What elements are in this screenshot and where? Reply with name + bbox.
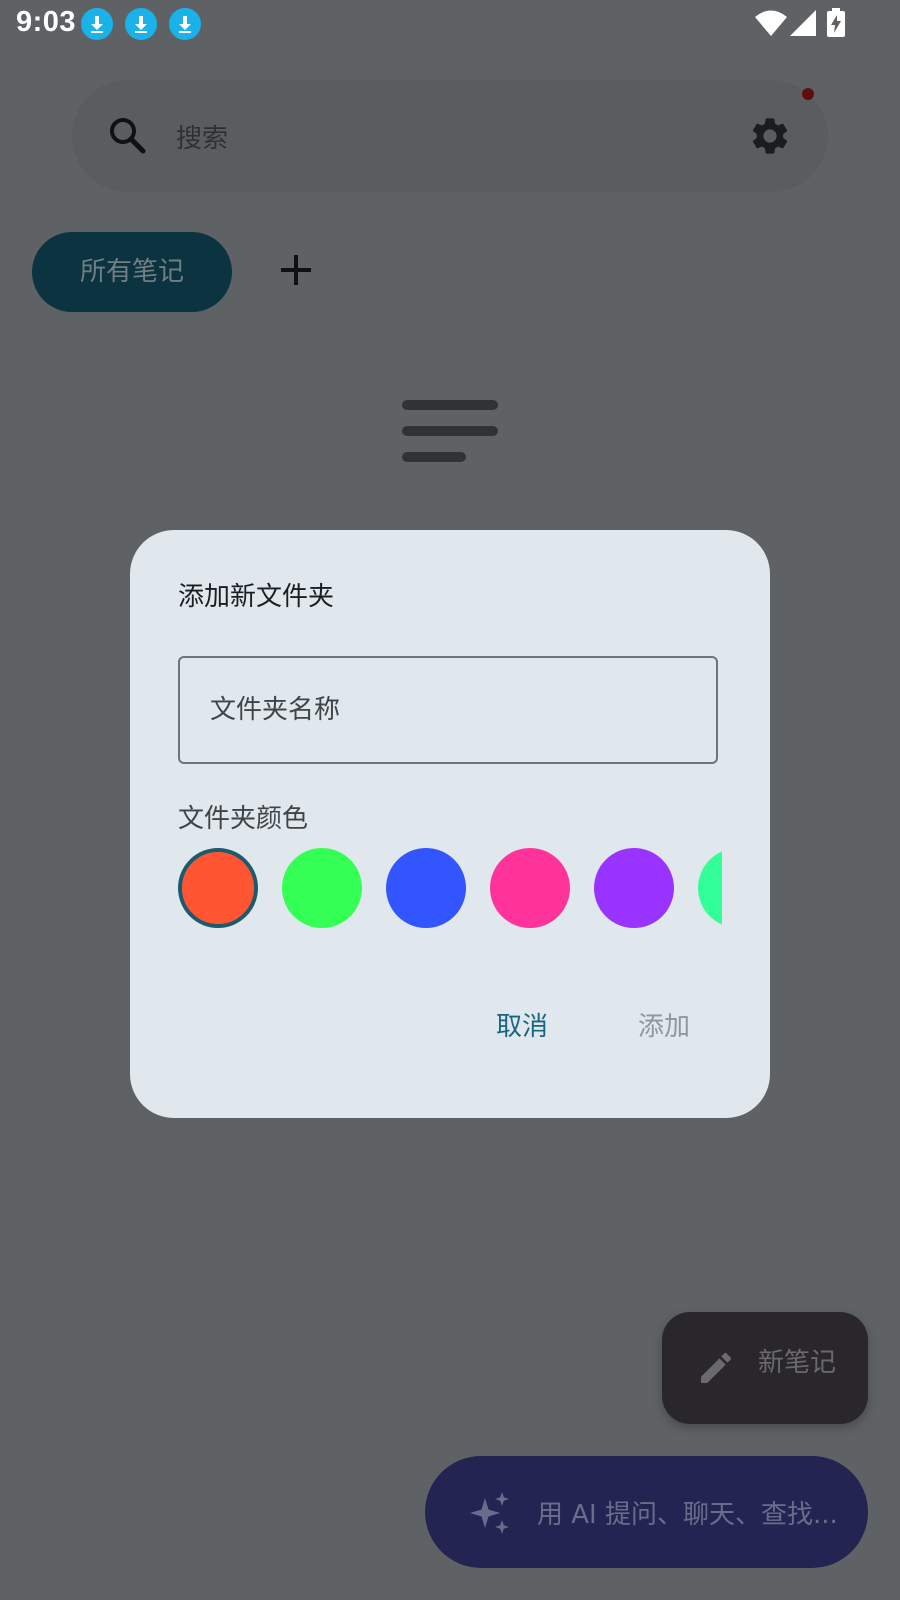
empty-notes-lines-icon: [402, 400, 498, 462]
search-placeholder[interactable]: 搜索: [176, 118, 228, 155]
add-button[interactable]: 添加: [638, 1006, 690, 1043]
add-folder-plus-icon[interactable]: [276, 250, 316, 290]
signal-icon: [790, 10, 816, 36]
wifi-icon: [755, 10, 787, 36]
download-icon: [169, 8, 201, 40]
ai-prompt-label: 用 AI 提问、聊天、查找...: [537, 1500, 838, 1530]
dialog-title: 添加新文件夹: [178, 582, 335, 612]
folder-name-field[interactable]: [178, 656, 718, 764]
pencil-icon: [701, 1352, 732, 1383]
new-note-button[interactable]: 新笔记: [662, 1312, 868, 1424]
folder-chip-label: 所有笔记: [79, 257, 184, 287]
color-swatch-row[interactable]: [178, 846, 722, 930]
color-swatch[interactable]: [594, 848, 674, 928]
search-bar[interactable]: 搜索: [72, 80, 828, 192]
ai-sparkle-icon: [470, 1492, 509, 1534]
color-swatch[interactable]: [386, 848, 466, 928]
add-folder-dialog: 添加新文件夹 文件夹颜色 取消 添加: [130, 530, 770, 1118]
folder-chip-all-notes[interactable]: 所有笔记: [32, 232, 232, 312]
color-swatch[interactable]: [178, 848, 258, 928]
color-swatch[interactable]: [490, 848, 570, 928]
ai-assistant-button[interactable]: 用 AI 提问、聊天、查找...: [425, 1456, 868, 1568]
cancel-button[interactable]: 取消: [496, 1006, 548, 1043]
status-time: 9:03: [16, 6, 77, 38]
color-swatch[interactable]: [282, 848, 362, 928]
notification-dot: [802, 88, 814, 100]
search-icon: [110, 118, 146, 154]
battery-charging-icon: [827, 8, 845, 37]
folder-color-label: 文件夹颜色: [178, 804, 309, 834]
download-icon: [81, 8, 113, 40]
download-icon: [125, 8, 157, 40]
color-swatch[interactable]: [698, 848, 722, 928]
folder-name-input[interactable]: [210, 658, 690, 762]
settings-gear-icon[interactable]: [748, 114, 792, 158]
status-bar: 9:03: [0, 0, 900, 48]
new-note-label: 新笔记: [758, 1348, 837, 1378]
